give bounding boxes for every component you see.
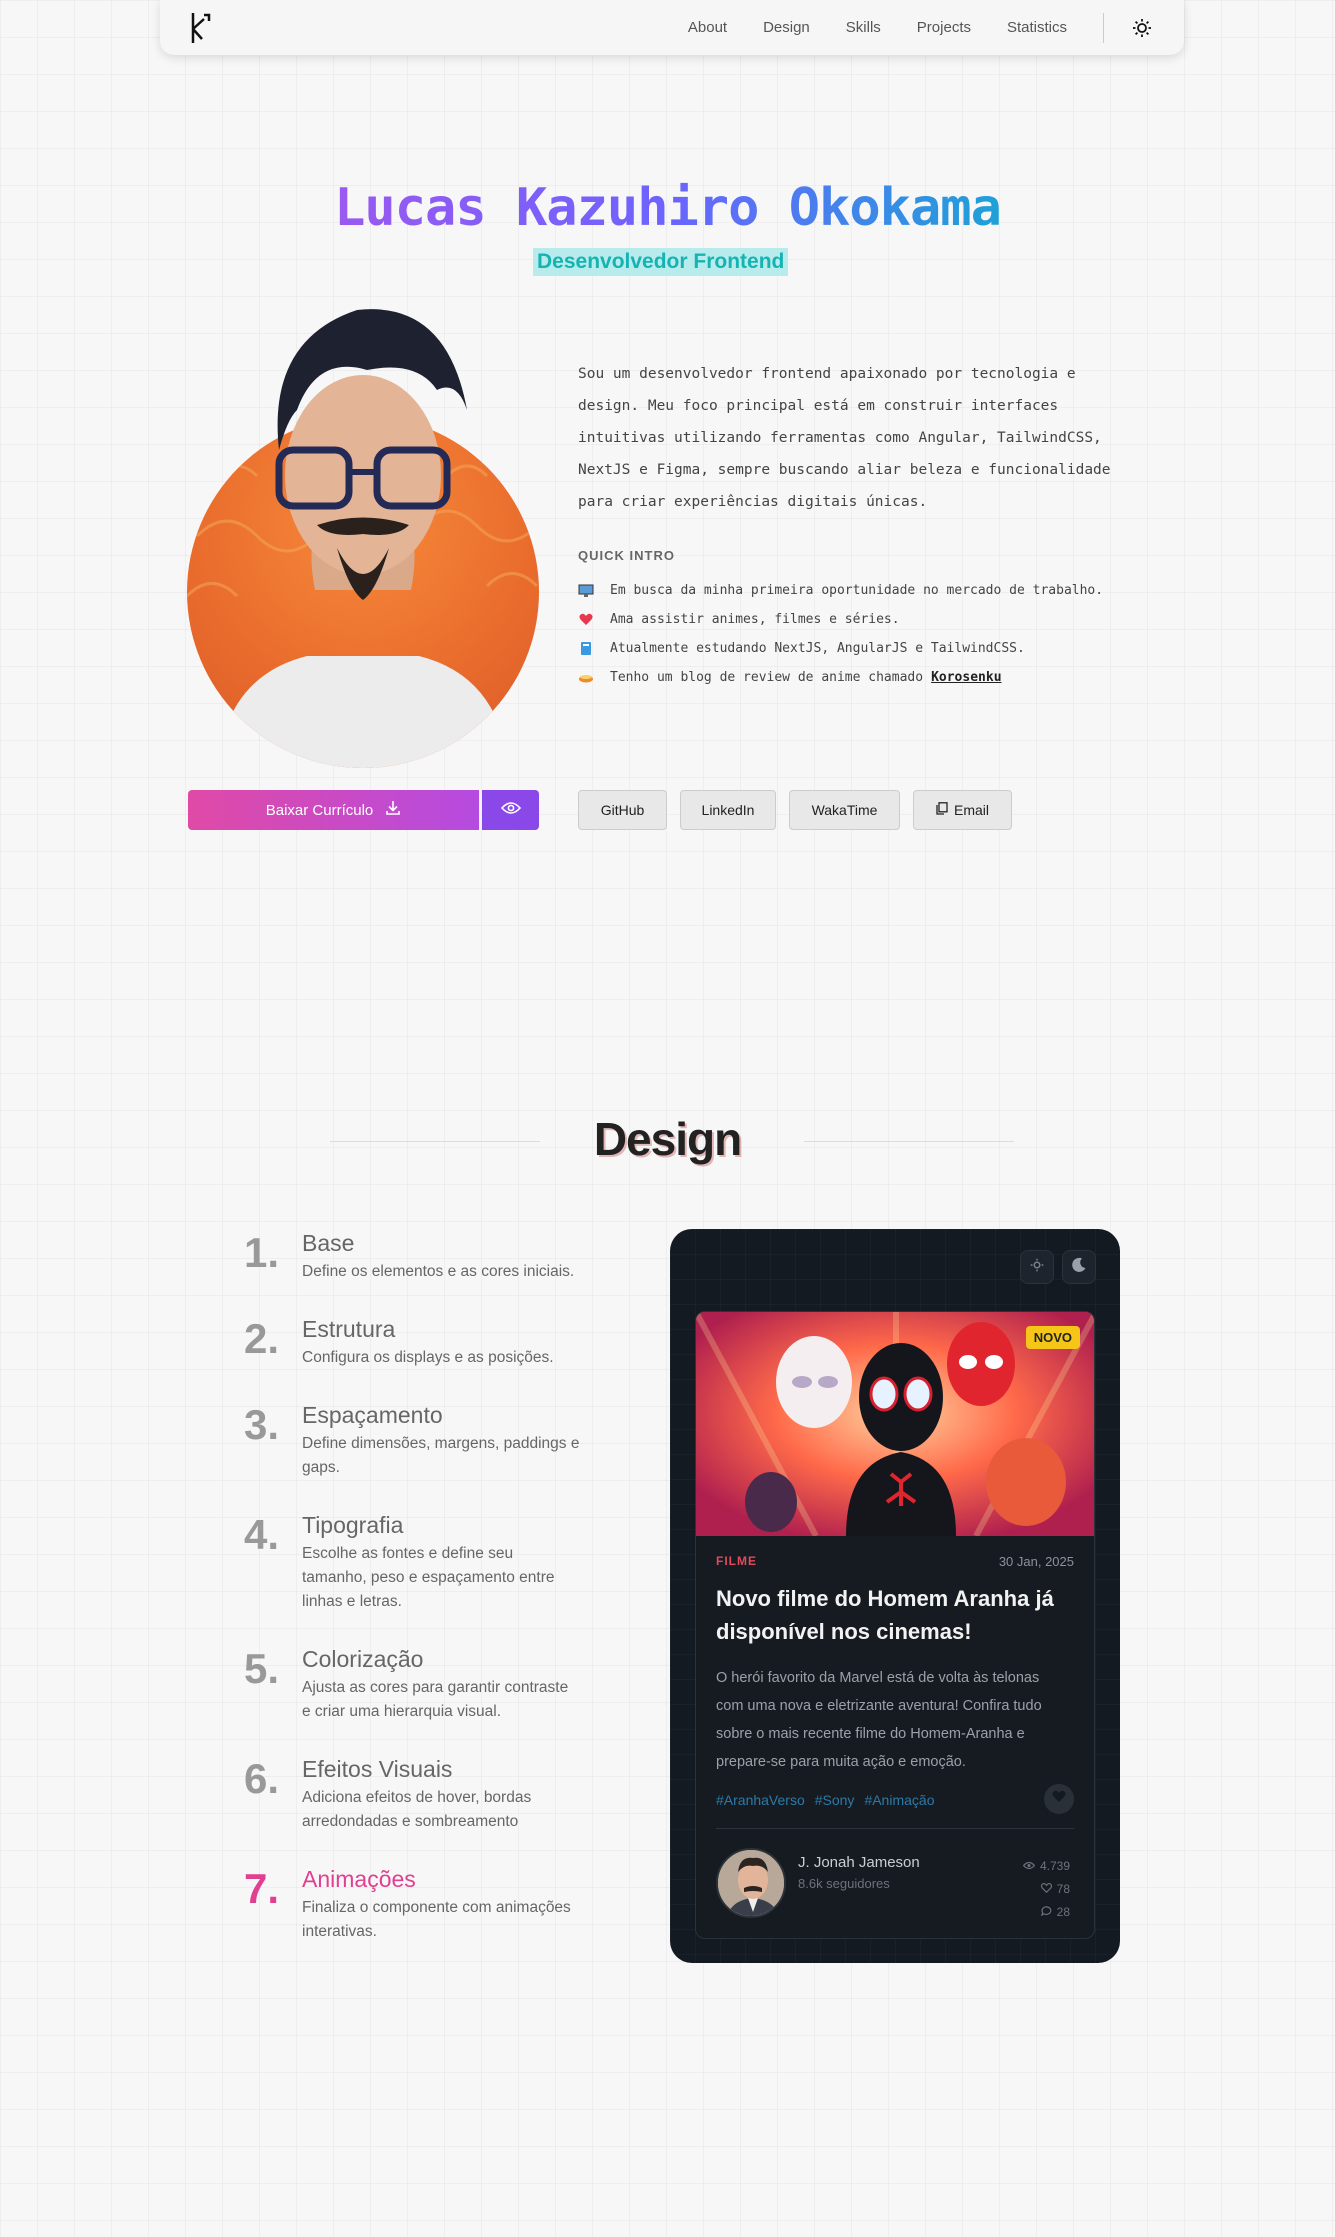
category-label: FILME xyxy=(716,1554,757,1568)
email-button[interactable]: Email xyxy=(913,790,1012,830)
like-button[interactable] xyxy=(1044,1784,1074,1814)
heart-icon xyxy=(1052,1790,1066,1808)
nav-link-projects[interactable]: Projects xyxy=(917,19,971,36)
step-3: 3. Espaçamento Define dimensões, margens… xyxy=(244,1401,580,1476)
divider xyxy=(716,1828,1074,1829)
step-5: 5. Colorização Ajusta as cores para gara… xyxy=(244,1645,569,1720)
new-badge: NOVO xyxy=(1025,1326,1080,1349)
nav-divider xyxy=(1103,12,1104,43)
heart-icon xyxy=(1040,1882,1052,1896)
post-stats: 4.739 78 28 xyxy=(1022,1854,1070,1923)
wakatime-button[interactable]: WakaTime xyxy=(789,790,900,830)
sun-icon xyxy=(1030,1258,1044,1277)
tag-list: #AranhaVerso #Sony #Animação xyxy=(716,1792,934,1808)
tag[interactable]: #AranhaVerso xyxy=(716,1792,805,1808)
step-4: 4. Tipografia Escolhe as fontes e define… xyxy=(244,1511,555,1610)
korosenku-link[interactable]: Korosenku xyxy=(931,670,1001,685)
quick-intro-title: QUICK INTRO xyxy=(578,548,675,563)
dark-mode-button[interactable] xyxy=(1062,1250,1096,1284)
author-name[interactable]: J. Jonah Jameson xyxy=(798,1854,920,1871)
computer-icon xyxy=(578,583,594,599)
post-date: 30 Jan, 2025 xyxy=(998,1554,1074,1569)
step-7: 7. Animações Finaliza o componente com a… xyxy=(244,1865,571,1940)
step-2: 2. Estrutura Configura os displays e as … xyxy=(244,1315,554,1366)
navbar: About Design Skills Projects Statistics xyxy=(160,0,1184,55)
step-1: 1. Base Define os elementos e as cores i… xyxy=(244,1229,575,1280)
quick-intro-list: Em busca da minha primeira oportunidade … xyxy=(578,576,1103,692)
author-followers: 8.6k seguidores xyxy=(798,1876,890,1891)
card-preview-frame: NOVO FILME 30 Jan, 2025 Novo filme do Ho… xyxy=(670,1229,1120,1963)
book-icon xyxy=(578,641,594,657)
food-icon xyxy=(578,670,594,686)
sun-icon[interactable] xyxy=(1130,16,1154,40)
copy-icon xyxy=(936,802,948,818)
nav-link-statistics[interactable]: Statistics xyxy=(1007,19,1067,36)
comments-stat: 28 xyxy=(1023,1900,1070,1923)
profile-photo xyxy=(187,300,539,768)
nav-links: About Design Skills Projects Statistics xyxy=(688,12,1154,43)
moon-icon xyxy=(1071,1257,1087,1278)
hero-name: Lucas Kazuhiro Okokama xyxy=(334,178,1002,238)
k-logo-icon[interactable] xyxy=(190,11,212,45)
step-6: 6. Efeitos Visuais Adiciona efeitos de h… xyxy=(244,1755,532,1830)
movie-poster-image: NOVO xyxy=(696,1312,1094,1536)
nav-link-design[interactable]: Design xyxy=(763,19,810,36)
news-card[interactable]: NOVO FILME 30 Jan, 2025 Novo filme do Ho… xyxy=(695,1311,1095,1939)
download-icon xyxy=(385,800,401,820)
nav-link-skills[interactable]: Skills xyxy=(846,19,881,36)
design-section-title: Design xyxy=(593,1113,742,1165)
card-title: Novo filme do Homem Aranha já disponível … xyxy=(716,1586,1054,1644)
avatar[interactable] xyxy=(716,1848,786,1918)
light-mode-button[interactable] xyxy=(1020,1250,1054,1284)
views-stat: 4.739 xyxy=(1022,1854,1070,1877)
list-item: Atualmente estudando NextJS, AngularJS e… xyxy=(578,634,1103,663)
view-cv-button[interactable] xyxy=(482,790,539,830)
nav-link-about[interactable]: About xyxy=(688,19,727,36)
list-item: Tenho um blog de review de anime chamado… xyxy=(578,663,1103,692)
eye-icon xyxy=(1022,1859,1036,1873)
hero-role: Desenvolvedor Frontend xyxy=(533,248,789,276)
comment-icon xyxy=(1040,1905,1052,1919)
title-divider-right xyxy=(804,1141,1014,1142)
github-button[interactable]: GitHub xyxy=(578,790,667,830)
list-item: Em busca da minha primeira oportunidade … xyxy=(578,576,1103,605)
bio-text: Sou um desenvolvedor frontend apaixonado… xyxy=(578,366,1111,510)
card-description: O herói favorito da Marvel está de volta… xyxy=(716,1670,1042,1770)
eye-icon xyxy=(500,801,521,820)
linkedin-button[interactable]: LinkedIn xyxy=(680,790,776,830)
tag[interactable]: #Sony xyxy=(815,1792,855,1808)
tag[interactable]: #Animação xyxy=(864,1792,934,1808)
list-item: Ama assistir animes, filmes e séries. xyxy=(578,605,1103,634)
heart-icon xyxy=(578,612,594,628)
download-cv-button[interactable]: Baixar Currículo xyxy=(188,790,479,830)
likes-stat: 78 xyxy=(1023,1877,1070,1900)
